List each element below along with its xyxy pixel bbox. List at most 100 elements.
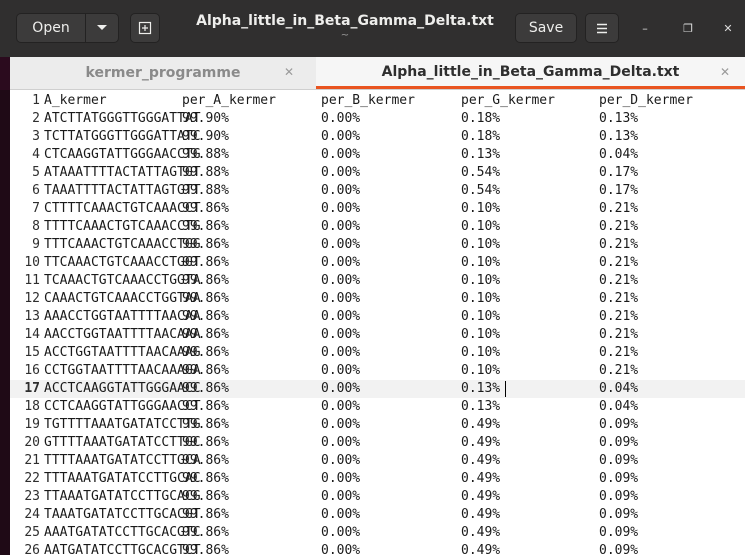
text-line[interactable]: 11 TCAAACTGTCAAACCTGGTA 99.86% 0.00% 0.10% 0.…: [10, 272, 745, 290]
line-cell: 0.00%: [321, 111, 361, 126]
line-cell: 0.21%: [599, 201, 639, 216]
line-cell: 0.21%: [599, 237, 639, 252]
text-line[interactable]: 15 ACCTGGTAATTTTAACAAAG 99.86% 0.00% 0.10% 0.…: [10, 344, 745, 362]
line-cell: 0.00%: [321, 507, 361, 522]
text-line[interactable]: 12 CAAACTGTCAAACCTGGTAA 99.86% 0.00% 0.10% 0.…: [10, 290, 745, 308]
text-line[interactable]: 17 ACCTCAAGGTATTGGGAACC 99.86% 0.00% 0.13% 0.…: [10, 380, 745, 398]
line-cell: TAAATGATATCCTTGCACGT: [44, 507, 201, 522]
recent-files-dropdown[interactable]: [85, 13, 119, 43]
text-line[interactable]: 26 AATGATATCCTTGCACGTCT 99.86% 0.00% 0.49% 0.…: [10, 542, 745, 555]
line-number: 1: [32, 93, 40, 108]
text-line[interactable]: 23 TTAAATGATATCCTTGCACG 99.86% 0.00% 0.49% 0.…: [10, 488, 745, 506]
text-line[interactable]: 18 CCTCAAGGTATTGGGAACCT 99.86% 0.00% 0.13% 0.…: [10, 398, 745, 416]
line-number: 4: [32, 147, 40, 162]
line-cell: 0.00%: [321, 525, 361, 540]
text-line[interactable]: 9 TTTCAAACTGTCAAACCTGG 99.86% 0.00% 0.10% 0.2…: [10, 236, 745, 254]
line-number: 2: [32, 111, 40, 126]
line-cell: 0.10%: [461, 255, 501, 270]
text-line[interactable]: 2 ATCTTATGGGTTGGGATTAT 99.90% 0.00% 0.18% 0.1…: [10, 110, 745, 128]
line-cell: 0.21%: [599, 309, 639, 324]
text-line[interactable]: 14 AACCTGGTAATTTTAACAAA 99.86% 0.00% 0.10% 0.…: [10, 326, 745, 344]
text-line[interactable]: 13 AAACCTGGTAATTTTAACAA 99.86% 0.00% 0.10% 0.…: [10, 308, 745, 326]
line-number: 9: [32, 237, 40, 252]
line-cell: 99.86%: [182, 399, 229, 414]
line-number: 20: [24, 435, 40, 450]
line-cell: 0.00%: [321, 255, 361, 270]
line-cell: 0.09%: [599, 525, 639, 540]
tab-kermer-programme[interactable]: kermer_programme ✕: [10, 57, 316, 89]
text-line[interactable]: 3 TCTTATGGGTTGGGATTATC 99.90% 0.00% 0.18% 0.1…: [10, 128, 745, 146]
text-line[interactable]: 22 TTTAAATGATATCCTTGCAC 99.86% 0.00% 0.49% 0.…: [10, 470, 745, 488]
line-cell: TGTTTTAAATGATATCCTTG: [44, 417, 201, 432]
tab-label: kermer_programme: [85, 65, 241, 81]
line-cell: per_D_kermer: [599, 93, 693, 108]
line-cell: 0.00%: [321, 201, 361, 216]
line-cell: 0.54%: [461, 183, 501, 198]
line-cell: TTCAAACTGTCAAACCTGGT: [44, 255, 201, 270]
line-cell: 99.86%: [182, 237, 229, 252]
text-line[interactable]: 7 CTTTTCAAACTGTCAAACCT 99.86% 0.00% 0.10% 0.2…: [10, 200, 745, 218]
line-cell: ACCTGGTAATTTTAACAAAG: [44, 345, 201, 360]
text-line[interactable]: 10 TTCAAACTGTCAAACCTGGT 99.86% 0.00% 0.10% 0.…: [10, 254, 745, 272]
line-number: 22: [24, 471, 40, 486]
close-window-icon[interactable]: ✕: [720, 22, 736, 35]
line-cell: AAACCTGGTAATTTTAACAA: [44, 309, 201, 324]
text-line[interactable]: 4 CTCAAGGTATTGGGAACCTG 99.88% 0.00% 0.13% 0.0…: [10, 146, 745, 164]
text-line[interactable]: 20 GTTTTAAATGATATCCTTGC 99.86% 0.00% 0.49% 0.…: [10, 434, 745, 452]
line-cell: TTTCAAACTGTCAAACCTGG: [44, 237, 201, 252]
text-line[interactable]: 1 A_kermer per_A_kermer per_B_kermer per_G_k…: [10, 92, 745, 110]
line-cell: 99.86%: [182, 435, 229, 450]
line-cell: TCAAACTGTCAAACCTGGTA: [44, 273, 201, 288]
line-cell: 0.21%: [599, 345, 639, 360]
line-cell: per_G_kermer: [461, 93, 555, 108]
maximize-icon[interactable]: ❐: [680, 22, 696, 35]
line-number: 10: [24, 255, 40, 270]
line-cell: 0.13%: [461, 381, 501, 396]
line-cell: TTAAATGATATCCTTGCACG: [44, 489, 201, 504]
line-cell: 0.00%: [321, 309, 361, 324]
minimize-icon[interactable]: –: [637, 22, 653, 35]
close-tab-icon[interactable]: ✕: [284, 65, 294, 79]
text-line[interactable]: 5 ATAAATTTTACTATTAGTGT 99.88% 0.00% 0.54% 0.1…: [10, 164, 745, 182]
line-cell: 0.00%: [321, 183, 361, 198]
save-button[interactable]: Save: [515, 13, 577, 43]
text-line[interactable]: 21 TTTTAAATGATATCCTTGCA 99.86% 0.00% 0.49% 0.…: [10, 452, 745, 470]
open-button[interactable]: Open: [16, 13, 86, 43]
line-cell: 0.00%: [321, 273, 361, 288]
text-line[interactable]: 16 CCTGGTAATTTTAACAAAGA 99.86% 0.00% 0.10% 0.…: [10, 362, 745, 380]
line-cell: 0.13%: [599, 111, 639, 126]
text-line[interactable]: 6 TAAATTTTACTATTAGTGTT 99.88% 0.00% 0.54% 0.1…: [10, 182, 745, 200]
line-cell: 0.00%: [321, 237, 361, 252]
line-cell: 0.49%: [461, 453, 501, 468]
line-cell: TTTTAAATGATATCCTTGCA: [44, 453, 201, 468]
new-tab-button[interactable]: [130, 13, 160, 43]
line-cell: GTTTTAAATGATATCCTTGC: [44, 435, 201, 450]
text-line[interactable]: 25 AAATGATATCCTTGCACGTC 99.86% 0.00% 0.49% 0.…: [10, 524, 745, 542]
line-cell: 0.00%: [321, 453, 361, 468]
close-tab-icon[interactable]: ✕: [720, 65, 730, 79]
line-cell: AACCTGGTAATTTTAACAAA: [44, 327, 201, 342]
hamburger-menu-button[interactable]: [585, 13, 619, 43]
line-cell: 0.00%: [321, 543, 361, 555]
line-number: 16: [24, 363, 40, 378]
line-cell: 0.10%: [461, 345, 501, 360]
line-cell: 99.86%: [182, 525, 229, 540]
line-cell: CTTTTCAAACTGTCAAACCT: [44, 201, 201, 216]
line-cell: 99.86%: [182, 327, 229, 342]
line-number: 13: [24, 309, 40, 324]
line-cell: 99.86%: [182, 453, 229, 468]
line-number: 23: [24, 489, 40, 504]
text-line[interactable]: 8 TTTTCAAACTGTCAAACCTG 99.86% 0.00% 0.10% 0.2…: [10, 218, 745, 236]
line-number: 11: [24, 273, 40, 288]
line-cell: 0.21%: [599, 363, 639, 378]
text-line[interactable]: 24 TAAATGATATCCTTGCACGT 99.86% 0.00% 0.49% 0.…: [10, 506, 745, 524]
line-cell: 0.00%: [321, 165, 361, 180]
text-line[interactable]: 19 TGTTTTAAATGATATCCTTG 99.86% 0.00% 0.49% 0.…: [10, 416, 745, 434]
line-number: 25: [24, 525, 40, 540]
text-editor[interactable]: 1 A_kermer per_A_kermer per_B_kermer per_G_k…: [10, 90, 745, 555]
line-cell: ACCTCAAGGTATTGGGAACC: [44, 381, 201, 396]
chevron-down-icon: [97, 25, 107, 30]
tab-alpha-little[interactable]: Alpha_little_in_Beta_Gamma_Delta.txt ✕: [316, 57, 745, 89]
line-cell: ATAAATTTTACTATTAGTGT: [44, 165, 201, 180]
line-cell: ATCTTATGGGTTGGGATTAT: [44, 111, 201, 126]
